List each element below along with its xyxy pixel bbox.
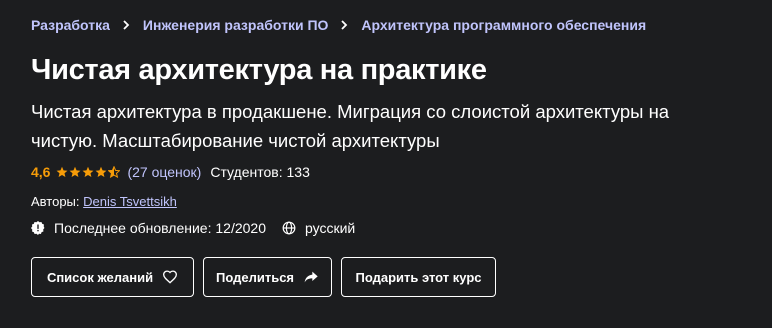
course-title: Чистая архитектура на практике: [31, 54, 487, 86]
meta-row: Последнее обновление: 12/2020 русский: [31, 220, 355, 236]
breadcrumb-item-software-architecture[interactable]: Архитектура программного обеспечения: [361, 17, 646, 33]
star-icon: [82, 166, 94, 178]
rating-value: 4,6: [31, 164, 51, 180]
wishlist-button[interactable]: Список желаний: [31, 257, 194, 297]
rating-row: 4,6 (27 оценок) Студентов: 133: [31, 164, 310, 180]
wishlist-button-label: Список желаний: [46, 269, 154, 285]
globe-icon: [282, 221, 296, 235]
last-updated: Последнее обновление: 12/2020: [54, 220, 266, 236]
rating-stars: [56, 166, 121, 178]
authors-label: Авторы:: [31, 194, 80, 209]
chevron-right-icon: [339, 20, 349, 30]
breadcrumb-item-development[interactable]: Разработка: [31, 17, 110, 33]
half-star-icon: [108, 166, 121, 178]
action-buttons: Список желаний Поделиться Подарить этот …: [31, 257, 505, 297]
share-button[interactable]: Поделиться: [203, 257, 332, 297]
share-button-label: Поделиться: [215, 269, 295, 285]
share-arrow-icon: [303, 269, 319, 285]
star-icon: [69, 166, 81, 178]
star-icon: [95, 166, 107, 178]
breadcrumb-item-software-engineering[interactable]: Инженерия разработки ПО: [143, 17, 328, 33]
author-link[interactable]: Denis Tsvettsikh: [83, 194, 177, 209]
gift-course-button-label: Подарить этот курс: [355, 269, 482, 285]
rating-count-link[interactable]: (27 оценок): [127, 164, 201, 180]
chevron-right-icon: [121, 20, 131, 30]
breadcrumb: Разработка Инженерия разработки ПО Архит…: [31, 17, 646, 33]
heart-icon: [162, 269, 178, 285]
alert-badge-icon: [31, 221, 45, 235]
gift-course-button[interactable]: Подарить этот курс: [341, 257, 496, 297]
students-count: Студентов: 133: [210, 164, 310, 180]
star-icon: [56, 166, 68, 178]
course-subtitle: Чистая архитектура в продакшене. Миграци…: [31, 101, 670, 151]
course-language: русский: [304, 220, 356, 236]
authors-row: Авторы: Denis Tsvettsikh: [31, 194, 177, 209]
